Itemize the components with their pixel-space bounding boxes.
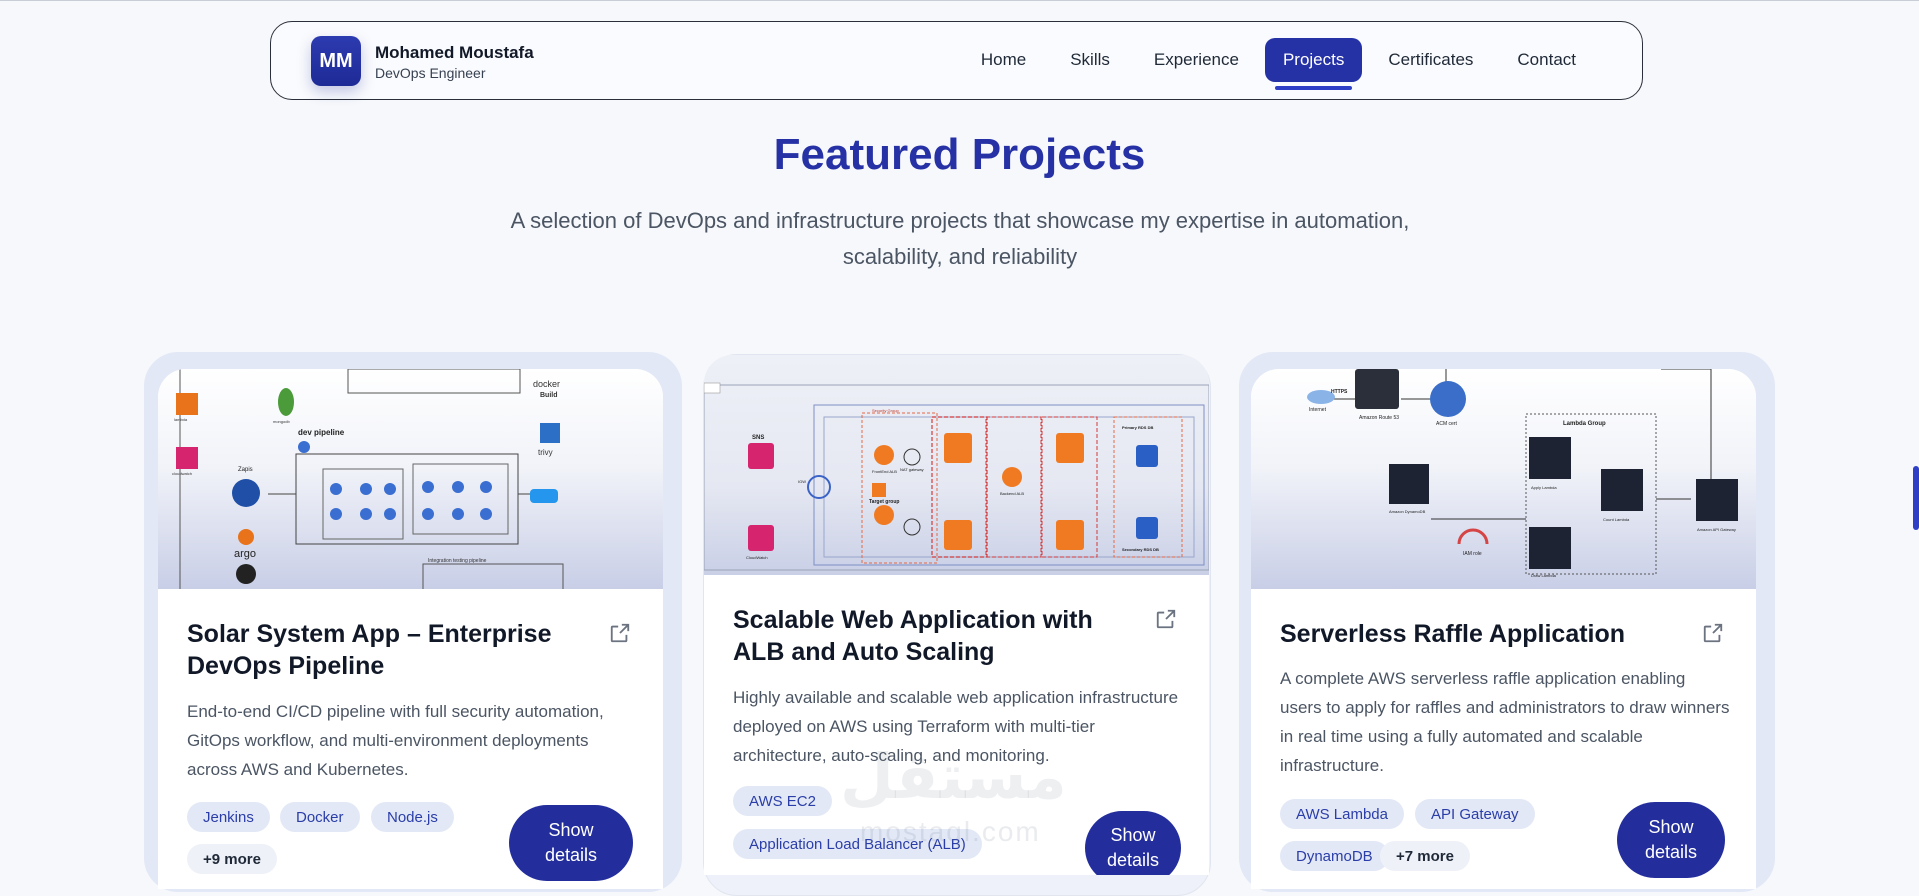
diagram-label: Lambda Group (1563, 421, 1606, 427)
more-tags-badge[interactable]: +9 more (187, 844, 277, 874)
scrollbar-thumb[interactable] (1913, 466, 1919, 530)
diagram-label: HTTPS (1331, 389, 1348, 395)
project-title: Scalable Web Application with ALB and Au… (733, 606, 1093, 666)
diagram-label: Primary RDS DB (1122, 425, 1153, 430)
diagram-label: Amazon DynamoDB (1389, 509, 1426, 514)
tech-tag: API Gateway (1415, 799, 1535, 829)
diagram-label: docker (533, 379, 560, 389)
external-link-icon[interactable] (1155, 608, 1177, 630)
diagram-label: Amazon API Gateway (1697, 527, 1736, 532)
tech-tag: AWS Lambda (1280, 799, 1404, 829)
nav-link-skills[interactable]: Skills (1052, 38, 1128, 82)
project-description: A complete AWS serverless raffle applica… (1280, 669, 1730, 775)
nav-link-contact[interactable]: Contact (1499, 38, 1594, 82)
external-link-icon[interactable] (1702, 622, 1724, 644)
navbar: MM Mohamed Moustafa DevOps Engineer Home… (270, 21, 1643, 100)
nav-link-home[interactable]: Home (963, 38, 1044, 82)
diagram-label: Amazon Route 53 (1359, 415, 1399, 421)
show-details-button[interactable]: Show details (1617, 802, 1725, 878)
nav-link-experience[interactable]: Experience (1136, 38, 1257, 82)
brand-role: DevOps Engineer (375, 65, 486, 81)
watermark-arabic: مستقل (840, 743, 1067, 812)
diagram-label: Security Group (872, 408, 899, 413)
external-link-icon[interactable] (609, 622, 631, 644)
logo-badge[interactable]: MM (311, 36, 361, 86)
top-divider (0, 0, 1919, 1)
nav-links: Home Skills Experience Projects Certific… (963, 38, 1594, 90)
nav-link-projects[interactable]: Projects (1264, 38, 1363, 90)
diagram-label: trivy (538, 448, 553, 457)
section-title: Featured Projects (773, 130, 1146, 179)
diagram-label: FrontEnd ALB (872, 469, 897, 474)
architecture-diagram: Internet HTTPS Amazon Route 53 ACM cert … (1307, 369, 1738, 578)
diagram-label: Build (540, 392, 558, 399)
diagram-label: Backend ALB (1000, 491, 1024, 496)
diagram-label: ACM cert (1436, 421, 1457, 427)
diagram-label: NAT gateway (900, 467, 924, 472)
project-title: Serverless Raffle Application (1280, 620, 1626, 648)
project-thumbnail[interactable]: SNS IGW Target group Security Group Prim… (704, 355, 1209, 575)
diagram-label: SNS (752, 435, 764, 441)
diagram-label: Apply Lambda (1531, 485, 1557, 490)
project-card-serverless-raffle[interactable]: Internet HTTPS Amazon Route 53 ACM cert … (1251, 369, 1756, 889)
diagram-label: argo (234, 548, 256, 560)
diagram-label: IGW (798, 479, 806, 484)
diagram-label: CloudWatch (746, 555, 768, 560)
diagram-label: Integration testing pipeline (428, 558, 487, 564)
nav-link-certificates[interactable]: Certificates (1370, 38, 1491, 82)
diagram-label: mongodb (273, 419, 290, 424)
section-subtitle: A selection of DevOps and infrastructure… (510, 208, 1410, 269)
watermark-latin: mostaql.com (860, 816, 1041, 847)
diagram-label: Draw Lambda (1531, 573, 1557, 578)
diagram-label: IAM role (1463, 551, 1482, 557)
tech-tag: DynamoDB (1280, 841, 1389, 871)
show-details-button[interactable]: Show details (509, 805, 633, 881)
tech-tag: Docker (280, 802, 360, 832)
tech-tag: Jenkins (187, 802, 270, 832)
project-title: Solar System App – Enterprise DevOps Pip… (187, 620, 552, 680)
diagram-label: Target group (869, 499, 899, 505)
project-thumbnail[interactable]: dev pipeline Zapis argo docker Build tri… (158, 369, 663, 589)
diagram-label: cloudwatch (172, 471, 192, 476)
show-details-button[interactable]: Show details (1085, 811, 1181, 875)
diagram-label: lambda (174, 417, 188, 422)
project-description: End-to-end CI/CD pipeline with full secu… (187, 702, 604, 779)
more-tags-badge[interactable]: +7 more (1380, 841, 1470, 871)
architecture-diagram: SNS IGW Target group Security Group Prim… (704, 382, 1209, 571)
diagram-label: Internet (1309, 407, 1327, 413)
diagram-label: Zapis (238, 467, 253, 473)
tech-tag: AWS EC2 (733, 786, 832, 816)
tech-tag: Node.js (371, 802, 454, 832)
diagram-label: Secondary RDS DB (1122, 547, 1159, 552)
diagram-label: Count Lambda (1603, 517, 1630, 522)
brand-name: Mohamed Moustafa (375, 43, 534, 62)
project-thumbnail[interactable]: Internet HTTPS Amazon Route 53 ACM cert … (1251, 369, 1756, 589)
architecture-diagram: dev pipeline Zapis argo docker Build tri… (172, 369, 564, 589)
project-card-solar-system[interactable]: dev pipeline Zapis argo docker Build tri… (158, 369, 663, 889)
diagram-label: dev pipeline (298, 428, 345, 437)
